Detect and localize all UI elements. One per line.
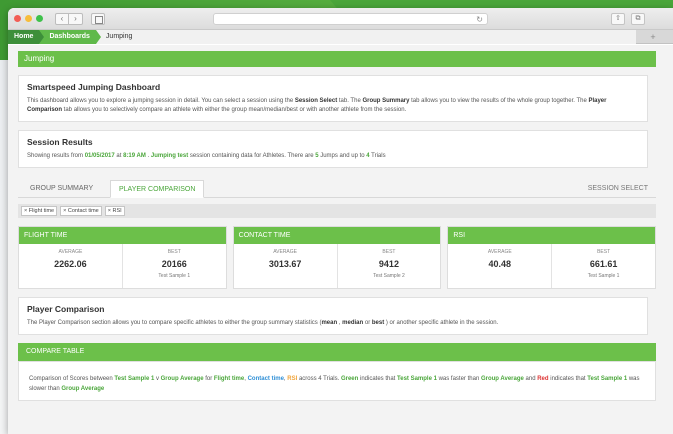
average-stat: AVERAGE 3013.67 [268, 249, 302, 269]
breadcrumb-dashboards[interactable]: Dashboards [39, 29, 96, 44]
new-tab-icon[interactable]: + [647, 31, 659, 43]
metric-cards: FLIGHT TIME AVERAGE 2262.06 BEST 20166 T… [18, 226, 657, 289]
filter-chip-rsi[interactable]: × RSI [104, 206, 125, 216]
player-comparison-title: Player Comparison [27, 304, 105, 314]
average-stat: AVERAGE 40.48 [487, 249, 512, 269]
tab-group-summary[interactable]: GROUP SUMMARY [22, 180, 101, 198]
show-tabs-icon[interactable]: ⧉ [631, 13, 645, 25]
maximize-window-icon[interactable] [36, 15, 43, 22]
best-stat: BEST 661.61 Test Sample 1 [551, 244, 655, 288]
flight-time-card: FLIGHT TIME AVERAGE 2262.06 BEST 20166 T… [18, 226, 227, 289]
forward-button[interactable]: › [69, 12, 83, 25]
breadcrumb: Home Dashboards Jumping + [8, 29, 673, 44]
close-window-icon[interactable] [14, 15, 21, 22]
session-results-title: Session Results [27, 137, 93, 147]
intro-title: Smartspeed Jumping Dashboard [27, 82, 161, 92]
player-comparison-text: The Player Comparison section allows you… [27, 320, 499, 326]
contact-time-card: CONTACT TIME AVERAGE 3013.67 BEST 9412 T… [232, 226, 442, 289]
breadcrumb-home[interactable]: Home [8, 29, 40, 44]
page-content: Jumping Smartspeed Jumping Dashboard Thi… [8, 45, 673, 434]
back-button[interactable]: ‹ [55, 12, 69, 25]
rsi-card: RSI AVERAGE 40.48 BEST 661.61 Test Sampl… [447, 226, 657, 289]
card-title: RSI [448, 227, 656, 244]
tab-session-select[interactable]: SESSION SELECT [580, 180, 656, 198]
share-icon[interactable]: ⇧ [611, 13, 625, 25]
tab-player-comparison[interactable]: PLAYER COMPARISON [110, 180, 205, 198]
metric-filter-bar: × Flight time × Contact time × RSI [18, 204, 656, 218]
sidebar-toggle-icon[interactable] [91, 12, 105, 25]
reload-icon[interactable]: ↻ [476, 14, 483, 25]
address-bar[interactable]: ↻ [213, 13, 488, 25]
compare-table-body: Comparison of Scores between Test Sample… [18, 361, 656, 401]
intro-text: This dashboard allows you to explore a j… [27, 98, 607, 113]
card-title: CONTACT TIME [233, 227, 441, 244]
average-stat: AVERAGE 2262.06 [54, 249, 87, 269]
filter-chip-contact-time[interactable]: × Contact time [60, 206, 102, 216]
compare-table-text: Comparison of Scores between Test Sample… [29, 376, 640, 392]
card-title: FLIGHT TIME [19, 227, 226, 244]
session-results-text: Showing results from 01/05/2017 at 8:19 … [27, 153, 386, 159]
best-stat: BEST 20166 Test Sample 1 [121, 244, 226, 288]
session-results-panel: Session Results Showing results from 01/… [18, 130, 648, 168]
compare-table-header: COMPARE TABLE [18, 343, 656, 361]
page-title: Jumping [18, 51, 656, 67]
browser-window: ‹ › ↻ ⇧ ⧉ Home Dashboards Jumping + Jump… [8, 8, 673, 434]
intro-panel: Smartspeed Jumping Dashboard This dashbo… [18, 75, 648, 122]
best-stat: BEST 9412 Test Sample 2 [336, 244, 441, 288]
dashboard-tabs: GROUP SUMMARY PLAYER COMPARISON SESSION … [18, 176, 656, 198]
minimize-window-icon[interactable] [25, 15, 32, 22]
breadcrumb-current: Jumping [95, 29, 636, 44]
player-comparison-panel: Player Comparison The Player Comparison … [18, 297, 648, 335]
browser-titlebar: ‹ › ↻ ⇧ ⧉ [8, 8, 673, 30]
filter-chip-flight-time[interactable]: × Flight time [21, 206, 58, 216]
